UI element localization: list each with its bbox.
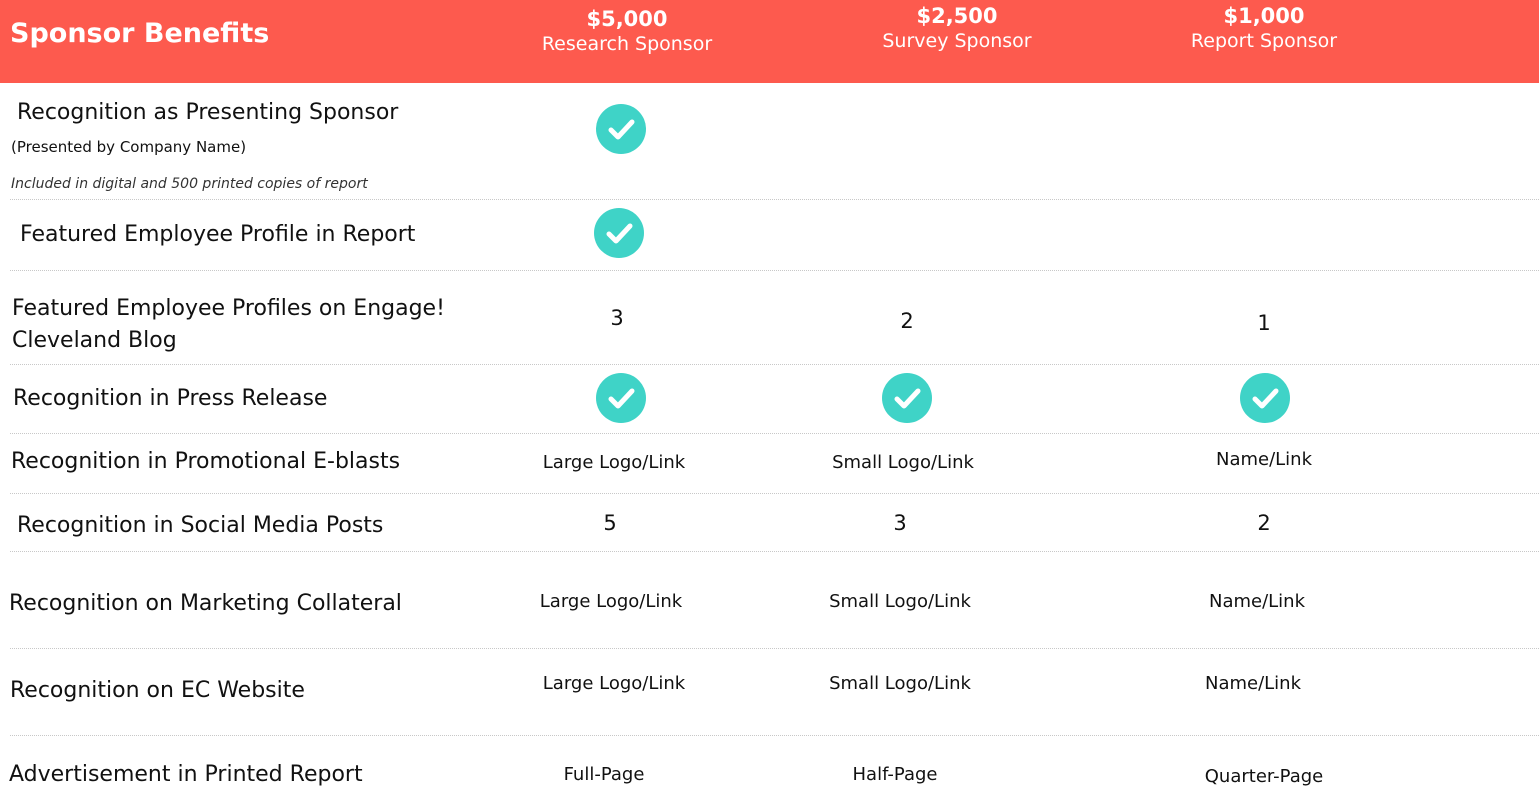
check-icon bbox=[1240, 373, 1290, 423]
cell-value: Quarter-Page bbox=[1204, 766, 1324, 787]
cell-value: Name/Link bbox=[1204, 673, 1302, 694]
tier-price: $5,000 bbox=[586, 7, 668, 31]
row-sublabel: (Presented by Company Name) bbox=[11, 138, 247, 156]
row-label: Recognition in Promotional E-blasts bbox=[11, 449, 401, 474]
row-divider bbox=[10, 648, 1539, 649]
tier-report: $1,000 Report Sponsor bbox=[1134, 3, 1394, 53]
cell-value: Name/Link bbox=[1208, 591, 1306, 612]
row-label-line: Cleveland Blog bbox=[12, 328, 177, 353]
cell-value: Half-Page bbox=[852, 764, 938, 785]
tier-name: Research Sponsor bbox=[541, 33, 713, 55]
check-icon bbox=[882, 373, 932, 423]
tier-name: Survey Sponsor bbox=[882, 30, 1032, 52]
header-bar: Sponsor Benefits $5,000 Research Sponsor… bbox=[0, 0, 1539, 83]
cell-value: Name/Link bbox=[1215, 449, 1313, 470]
table-title: Sponsor Benefits bbox=[10, 18, 270, 49]
tier-survey: $2,500 Survey Sponsor bbox=[827, 3, 1087, 53]
row-divider bbox=[10, 493, 1539, 494]
tier-price: $1,000 bbox=[1223, 4, 1305, 28]
cell-value: Small Logo/Link bbox=[829, 591, 971, 612]
row-label: Featured Employee Profile in Report bbox=[20, 222, 416, 247]
check-icon bbox=[596, 373, 646, 423]
row-label: Recognition in Social Media Posts bbox=[17, 513, 384, 538]
row-note: Included in digital and 500 printed copi… bbox=[11, 176, 368, 192]
row-label-line: Featured Employee Profiles on Engage! bbox=[12, 296, 445, 321]
tier-name: Report Sponsor bbox=[1190, 30, 1338, 52]
cell-value: 3 bbox=[610, 306, 624, 330]
row-label: Advertisement in Printed Report bbox=[9, 762, 363, 787]
row-divider bbox=[10, 364, 1539, 365]
check-icon bbox=[596, 104, 646, 154]
row-label: Recognition as Presenting Sponsor bbox=[17, 100, 399, 125]
cell-value: Large Logo/Link bbox=[542, 673, 686, 694]
row-label: Recognition in Press Release bbox=[13, 386, 328, 411]
cell-value: 5 bbox=[603, 511, 617, 535]
tier-price: $2,500 bbox=[916, 4, 998, 28]
cell-value: Large Logo/Link bbox=[542, 452, 686, 473]
tier-research: $5,000 Research Sponsor bbox=[497, 6, 757, 56]
cell-value: Small Logo/Link bbox=[832, 452, 974, 473]
row-label: Recognition on Marketing Collateral bbox=[9, 591, 402, 616]
row-divider bbox=[10, 270, 1539, 271]
row-divider bbox=[10, 433, 1539, 434]
cell-value: Large Logo/Link bbox=[539, 591, 683, 612]
row-label: Recognition on EC Website bbox=[10, 678, 305, 703]
cell-value: Small Logo/Link bbox=[829, 673, 971, 694]
row-divider bbox=[10, 551, 1539, 552]
cell-value: Full-Page bbox=[563, 764, 645, 785]
cell-value: 2 bbox=[900, 309, 914, 333]
cell-value: 2 bbox=[1257, 511, 1271, 535]
cell-value: 1 bbox=[1257, 311, 1271, 335]
row-divider bbox=[10, 199, 1539, 200]
check-icon bbox=[594, 208, 644, 258]
row-divider bbox=[10, 735, 1539, 736]
cell-value: 3 bbox=[893, 511, 907, 535]
